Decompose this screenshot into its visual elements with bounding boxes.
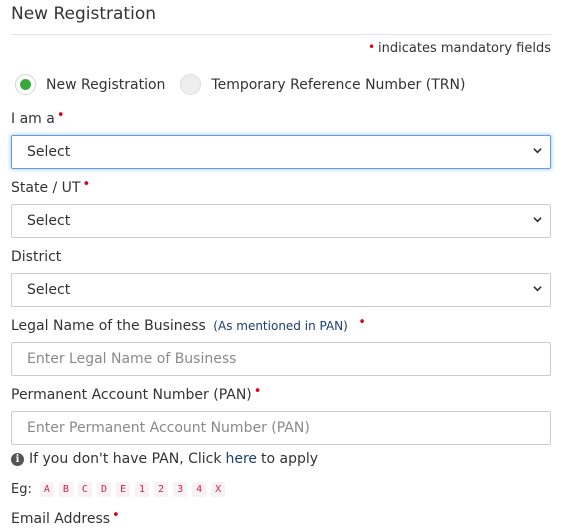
example-label: Eg: xyxy=(11,482,32,497)
district-select[interactable]: Select xyxy=(11,273,551,307)
pan-input[interactable]: Enter Permanent Account Number (PAN) xyxy=(11,411,551,445)
pan-help-suffix: to apply xyxy=(261,451,319,467)
chevron-down-icon xyxy=(533,286,542,292)
example-char: 1 xyxy=(135,482,150,497)
district-label: District xyxy=(11,249,62,265)
state-select[interactable]: Select xyxy=(11,204,551,238)
legal-name-input[interactable]: Enter Legal Name of Business xyxy=(11,342,551,376)
page-title: New Registration xyxy=(11,4,156,24)
pan-example: Eg: A B C D E 1 2 3 4 X xyxy=(11,482,230,497)
radio-label-new-registration[interactable]: New Registration xyxy=(46,77,165,93)
mandatory-note-text: indicates mandatory fields xyxy=(378,41,551,56)
state-label-text: State / UT xyxy=(11,180,81,196)
legal-name-label: Legal Name of the Business (As mentioned… xyxy=(11,315,366,334)
required-marker: • xyxy=(358,315,366,330)
required-marker: • xyxy=(112,508,120,523)
iam-label: I am a • xyxy=(11,108,65,127)
info-icon: i xyxy=(11,452,24,466)
example-char: 2 xyxy=(154,482,169,497)
pan-placeholder: Enter Permanent Account Number (PAN) xyxy=(27,420,310,436)
legal-name-label-text: Legal Name of the Business xyxy=(11,318,206,334)
chevron-down-icon xyxy=(533,217,542,223)
legal-name-hint: (As mentioned in PAN) xyxy=(213,319,348,333)
required-marker: • xyxy=(82,177,91,192)
state-select-value: Select xyxy=(27,213,71,229)
example-char: 4 xyxy=(192,482,207,497)
iam-select-value: Select xyxy=(27,144,71,160)
example-char: C xyxy=(77,482,92,497)
example-char: X xyxy=(211,482,226,497)
example-char: B xyxy=(58,482,73,497)
email-label: Email Address • xyxy=(11,508,120,527)
example-char: A xyxy=(39,482,54,497)
iam-select[interactable]: Select xyxy=(11,135,551,169)
chevron-down-icon xyxy=(533,148,542,154)
pan-help-prefix: If you don't have PAN, Click xyxy=(29,451,222,467)
radio-new-registration[interactable]: New Registration xyxy=(15,74,165,95)
required-marker: • xyxy=(367,40,376,54)
iam-label-text: I am a xyxy=(11,111,55,127)
state-label: State / UT • xyxy=(11,177,91,196)
legal-name-placeholder: Enter Legal Name of Business xyxy=(27,351,237,367)
example-char: E xyxy=(115,482,131,497)
radio-label-trn[interactable]: Temporary Reference Number (TRN) xyxy=(211,77,465,93)
radio-button-unchecked[interactable] xyxy=(180,74,202,95)
mandatory-note: • indicates mandatory fields xyxy=(367,40,551,56)
email-label-text: Email Address xyxy=(11,511,111,527)
radio-trn[interactable]: Temporary Reference Number (TRN) xyxy=(180,74,465,95)
district-select-value: Select xyxy=(27,282,71,298)
pan-label-text: Permanent Account Number (PAN) xyxy=(11,387,252,403)
title-divider xyxy=(11,34,551,35)
example-char: D xyxy=(96,482,111,497)
example-char: 3 xyxy=(173,482,188,497)
pan-help-text: i If you don't have PAN, Click here to a… xyxy=(11,451,318,467)
registration-type-group: New Registration Temporary Reference Num… xyxy=(15,74,480,95)
apply-pan-link[interactable]: here xyxy=(225,451,257,467)
radio-button-checked[interactable] xyxy=(15,74,36,95)
required-marker: • xyxy=(253,384,262,399)
pan-label: Permanent Account Number (PAN) • xyxy=(11,384,262,403)
required-marker: • xyxy=(56,108,65,123)
